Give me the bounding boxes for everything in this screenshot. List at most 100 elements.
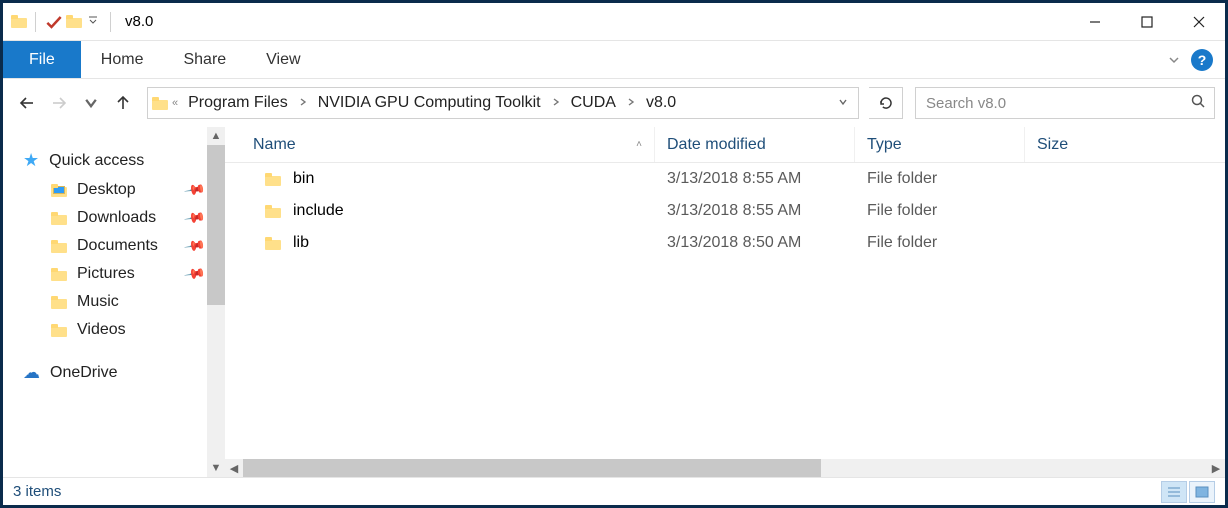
sidebar-quick-access[interactable]: ★ Quick access — [3, 145, 225, 176]
scroll-left-icon[interactable]: ◀ — [225, 462, 243, 475]
column-size[interactable]: Size — [1025, 127, 1225, 162]
properties-icon[interactable] — [44, 12, 64, 32]
titlebar: v8.0 — [3, 3, 1225, 41]
pin-icon: 📌 — [182, 234, 206, 258]
sidebar-label: Documents — [77, 237, 158, 255]
sort-indicator-icon: ˄ — [636, 139, 642, 150]
sidebar-documents[interactable]: Documents 📌 — [3, 232, 225, 260]
file-type: File folder — [855, 234, 1025, 252]
music-icon — [51, 296, 67, 309]
column-label: Size — [1037, 136, 1068, 154]
column-type[interactable]: Type — [855, 127, 1025, 162]
chevron-right-icon[interactable]: « — [170, 97, 180, 109]
sidebar-label: Quick access — [49, 152, 144, 170]
documents-icon — [51, 240, 67, 253]
column-label: Date modified — [667, 136, 766, 154]
up-button[interactable] — [109, 89, 137, 117]
file-row[interactable]: include 3/13/2018 8:55 AM File folder — [225, 195, 1225, 227]
sidebar-desktop[interactable]: Desktop 📌 — [3, 176, 225, 204]
tab-view[interactable]: View — [246, 41, 320, 78]
quick-access-toolbar — [3, 12, 117, 32]
file-name: include — [293, 202, 344, 220]
search-box[interactable] — [915, 87, 1215, 119]
forward-button[interactable] — [45, 89, 73, 117]
address-bar[interactable]: « Program Files NVIDIA GPU Computing Too… — [147, 87, 859, 119]
scroll-right-icon[interactable]: ▶ — [1207, 462, 1225, 475]
file-row[interactable]: lib 3/13/2018 8:50 AM File folder — [225, 227, 1225, 259]
chevron-right-icon[interactable] — [296, 97, 310, 110]
ribbon: File Home Share View ? — [3, 41, 1225, 79]
address-folder-icon — [152, 97, 168, 110]
back-button[interactable] — [13, 89, 41, 117]
status-text: 3 items — [13, 483, 61, 500]
chevron-right-icon[interactable] — [549, 97, 563, 110]
content-area: ★ Quick access Desktop 📌 Downloads 📌 Doc… — [3, 127, 1225, 477]
sidebar-label: Videos — [77, 321, 126, 339]
qat-separator-2 — [110, 12, 111, 32]
details-view-button[interactable] — [1161, 481, 1187, 503]
horizontal-scrollbar[interactable]: ◀ ▶ — [225, 459, 1225, 477]
folder-icon — [265, 205, 281, 218]
file-type: File folder — [855, 202, 1025, 220]
scroll-up-icon[interactable]: ▲ — [207, 127, 225, 145]
file-date: 3/13/2018 8:55 AM — [655, 170, 855, 188]
tab-home[interactable]: Home — [81, 41, 164, 78]
file-name: lib — [293, 234, 309, 252]
file-type: File folder — [855, 170, 1025, 188]
sidebar-scrollbar[interactable]: ▲ ▼ — [207, 127, 225, 477]
close-button[interactable] — [1173, 3, 1225, 41]
chevron-right-icon[interactable] — [624, 97, 638, 110]
ribbon-collapse-icon[interactable] — [1159, 41, 1189, 78]
column-label: Type — [867, 136, 902, 154]
sidebar-pictures[interactable]: Pictures 📌 — [3, 260, 225, 288]
onedrive-icon: ☁ — [23, 363, 40, 383]
window-title: v8.0 — [125, 13, 153, 30]
scroll-thumb[interactable] — [243, 459, 821, 477]
sidebar-downloads[interactable]: Downloads 📌 — [3, 204, 225, 232]
file-list-pane: Name ˄ Date modified Type Size bin 3/13/… — [225, 127, 1225, 477]
pictures-icon — [51, 268, 67, 281]
file-rows: bin 3/13/2018 8:55 AM File folder includ… — [225, 163, 1225, 459]
app-folder-icon — [11, 15, 27, 28]
new-folder-icon[interactable] — [66, 15, 82, 28]
search-icon[interactable] — [1190, 93, 1206, 114]
qat-dropdown-icon[interactable] — [84, 15, 102, 28]
maximize-button[interactable] — [1121, 3, 1173, 41]
explorer-window: v8.0 File Home Share View ? — [0, 0, 1228, 508]
column-headers: Name ˄ Date modified Type Size — [225, 127, 1225, 163]
address-dropdown-icon[interactable] — [832, 96, 854, 110]
column-date[interactable]: Date modified — [655, 127, 855, 162]
qat-separator — [35, 12, 36, 32]
pin-icon: 📌 — [182, 262, 206, 286]
star-icon: ★ — [23, 150, 39, 171]
minimize-button[interactable] — [1069, 3, 1121, 41]
column-label: Name — [253, 136, 296, 154]
downloads-icon — [51, 212, 67, 225]
sidebar-label: Desktop — [77, 181, 136, 199]
file-name: bin — [293, 170, 314, 188]
breadcrumb-segment[interactable]: NVIDIA GPU Computing Toolkit — [312, 88, 547, 118]
search-input[interactable] — [924, 94, 1190, 113]
sidebar-onedrive[interactable]: ☁ OneDrive — [3, 358, 225, 388]
refresh-button[interactable] — [869, 87, 903, 119]
tab-file[interactable]: File — [3, 41, 81, 78]
scroll-down-icon[interactable]: ▼ — [207, 459, 225, 477]
column-name[interactable]: Name ˄ — [225, 127, 655, 162]
file-date: 3/13/2018 8:55 AM — [655, 202, 855, 220]
breadcrumb-segment[interactable]: v8.0 — [640, 88, 682, 118]
file-date: 3/13/2018 8:50 AM — [655, 234, 855, 252]
scroll-thumb[interactable] — [207, 145, 225, 305]
recent-locations-button[interactable] — [77, 89, 105, 117]
tab-share[interactable]: Share — [163, 41, 246, 78]
breadcrumb-segment[interactable]: Program Files — [182, 88, 294, 118]
thumbnails-view-button[interactable] — [1189, 481, 1215, 503]
file-row[interactable]: bin 3/13/2018 8:55 AM File folder — [225, 163, 1225, 195]
pin-icon: 📌 — [182, 178, 206, 202]
navigation-pane: ★ Quick access Desktop 📌 Downloads 📌 Doc… — [3, 127, 225, 477]
desktop-icon — [51, 184, 67, 197]
help-icon[interactable]: ? — [1191, 49, 1213, 71]
sidebar-label: OneDrive — [50, 364, 118, 382]
sidebar-videos[interactable]: Videos — [3, 316, 225, 344]
sidebar-music[interactable]: Music — [3, 288, 225, 316]
breadcrumb-segment[interactable]: CUDA — [565, 88, 622, 118]
